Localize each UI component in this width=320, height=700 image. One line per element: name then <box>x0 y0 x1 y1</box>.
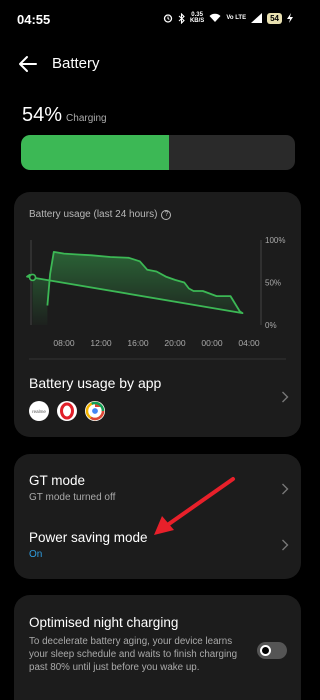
battery-level-bar <box>21 135 295 170</box>
chevron-right-icon <box>282 483 289 495</box>
chevron-right-icon <box>282 539 289 551</box>
battery-level-fill <box>21 135 169 170</box>
x-tick-label: 04:00 <box>238 338 260 348</box>
signal-icon <box>251 13 263 23</box>
chart-current-point <box>28 273 37 282</box>
svg-text:realme: realme <box>32 409 46 414</box>
opera-icon <box>57 401 77 421</box>
bluetooth-icon <box>178 12 185 24</box>
status-bar: 04:55 0.35 KB/S Vo LTE 54 <box>0 0 315 40</box>
charging-status: Charging <box>66 113 107 124</box>
x-tick-label: 20:00 <box>164 338 186 348</box>
chevron-right-icon <box>282 391 289 403</box>
toggle-knob <box>260 645 271 656</box>
power-saving-mode-row[interactable]: Power saving mode On <box>14 520 301 570</box>
battery-status-badge: 54 <box>267 12 282 24</box>
gt-mode-row[interactable]: GT mode GT mode turned off <box>14 464 301 514</box>
charging-bolt-icon <box>287 13 293 23</box>
status-icons: 0.35 KB/S Vo LTE 54 <box>163 12 293 24</box>
battery-usage-chart[interactable]: 100% 50% 0% 08:00 12:00 16:00 20:00 00:00 04:00 <box>14 192 301 362</box>
chrome-icon <box>85 401 105 421</box>
app-header: Battery <box>0 48 315 80</box>
y-tick-label: 100% <box>265 236 285 245</box>
battery-usage-by-app-row[interactable]: Battery usage by app realme <box>14 367 301 427</box>
app-icons: realme <box>29 401 105 421</box>
x-tick-label: 08:00 <box>53 338 75 348</box>
battery-summary: 54% Charging <box>22 104 107 127</box>
chart-area <box>27 251 243 325</box>
y-tick-label: 0% <box>265 321 277 330</box>
gt-mode-status: GT mode turned off <box>29 492 116 503</box>
power-saving-title: Power saving mode <box>29 530 148 545</box>
modes-card: GT mode GT mode turned off Power saving … <box>14 454 301 579</box>
net-speed-unit: KB/S <box>189 18 205 24</box>
power-saving-status: On <box>29 549 43 560</box>
arrow-left-icon[interactable] <box>16 53 40 75</box>
alarm-icon <box>163 14 173 23</box>
status-time: 04:55 <box>17 12 51 27</box>
gt-mode-title: GT mode <box>29 473 86 488</box>
battery-usage-card: Battery usage (last 24 hours) ? 100% 50% 0… <box>14 192 301 437</box>
page-title: Battery <box>52 55 100 72</box>
y-tick-label: 50% <box>265 279 281 288</box>
night-charging-description: To decelerate battery aging, your device… <box>29 636 238 673</box>
night-charging-title: Optimised night charging <box>29 615 179 630</box>
battery-percent: 54% <box>22 104 63 126</box>
x-tick-label: 16:00 <box>127 338 149 348</box>
x-tick-label: 00:00 <box>201 338 223 348</box>
realme-app-icon: realme <box>29 401 49 421</box>
night-charging-toggle[interactable] <box>257 642 287 659</box>
x-tick-label: 12:00 <box>90 338 112 348</box>
net-speed: 0.35 KB/S <box>190 12 204 24</box>
by-app-label: Battery usage by app <box>29 375 162 391</box>
volte-indicator: Vo LTE <box>226 15 247 21</box>
night-charging-card: Optimised night charging To decelerate b… <box>14 595 301 700</box>
wifi-icon <box>209 13 221 22</box>
